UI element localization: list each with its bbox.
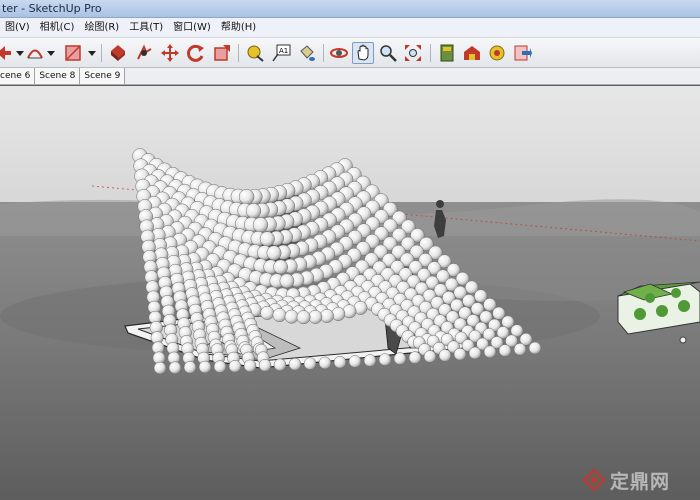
menu-bar: 图(V) 相机(C) 绘图(R) 工具(T) 窗口(W) 帮助(H) bbox=[0, 18, 700, 38]
menu-tools[interactable]: 工具(T) bbox=[124, 18, 168, 37]
canopy-sphere bbox=[266, 245, 282, 261]
orbit-icon[interactable] bbox=[328, 42, 350, 64]
window-title: ter - SketchUp Pro bbox=[2, 2, 102, 15]
canopy-sphere bbox=[243, 359, 257, 373]
canopy-sphere bbox=[284, 309, 299, 324]
components-icon[interactable] bbox=[436, 42, 458, 64]
chevron-down-icon[interactable] bbox=[47, 51, 55, 56]
zoom-icon[interactable] bbox=[377, 42, 399, 64]
tape-measure-icon[interactable] bbox=[244, 42, 266, 64]
watermark-logo-icon bbox=[582, 468, 606, 492]
canopy-sphere bbox=[245, 203, 262, 219]
canopy-sphere bbox=[308, 309, 323, 324]
canopy-sphere bbox=[213, 360, 227, 373]
scale-icon[interactable] bbox=[211, 42, 233, 64]
toolbar-separator bbox=[430, 44, 431, 62]
canopy-sphere bbox=[319, 308, 334, 323]
chevron-down-icon[interactable] bbox=[88, 51, 96, 56]
canopy-sphere bbox=[483, 345, 497, 359]
scene-tab-6[interactable]: cene 6 bbox=[0, 68, 36, 84]
select-arrow-icon[interactable] bbox=[0, 42, 14, 64]
scene-tabs: cene 6 Scene 8 Scene 9 bbox=[0, 68, 700, 85]
toolbar-separator bbox=[238, 44, 239, 62]
canopy-sphere bbox=[528, 341, 542, 355]
canopy-sphere bbox=[348, 355, 362, 368]
canopy-sphere bbox=[333, 355, 347, 369]
person-figure bbox=[436, 200, 444, 208]
export-icon[interactable] bbox=[511, 42, 533, 64]
canopy-sphere bbox=[453, 347, 467, 361]
canopy-sphere bbox=[438, 349, 452, 362]
canopy-sphere bbox=[273, 259, 288, 275]
paint-bucket-icon[interactable] bbox=[296, 42, 318, 64]
title-bar: ter - SketchUp Pro bbox=[0, 0, 700, 18]
canopy-sphere bbox=[258, 359, 272, 372]
canopy-sphere bbox=[498, 344, 512, 357]
menu-window[interactable]: 窗口(W) bbox=[168, 18, 216, 37]
canopy-sphere bbox=[378, 353, 392, 366]
canopy-sphere bbox=[318, 356, 332, 370]
canopy-sphere bbox=[423, 350, 437, 363]
canopy-sphere bbox=[198, 360, 212, 374]
canopy-sphere bbox=[238, 189, 255, 205]
scene-tab-8[interactable]: Scene 8 bbox=[35, 68, 81, 84]
canopy-sphere bbox=[288, 357, 302, 371]
watermark: 定鼎网 bbox=[582, 466, 700, 494]
canopy-sphere bbox=[363, 354, 377, 367]
canopy-sphere bbox=[272, 308, 287, 323]
zoom-extents-icon[interactable] bbox=[402, 42, 424, 64]
toolbar-separator bbox=[323, 44, 324, 62]
canopy-sphere bbox=[228, 359, 242, 373]
canopy-sphere bbox=[252, 217, 269, 233]
rotate-icon[interactable] bbox=[185, 42, 207, 64]
canopy-sphere bbox=[296, 310, 311, 325]
text-icon[interactable]: A1 bbox=[270, 42, 292, 64]
menu-help[interactable]: 帮助(H) bbox=[216, 18, 261, 37]
canopy-sphere bbox=[153, 361, 167, 375]
pan-icon[interactable] bbox=[352, 42, 374, 64]
small-object bbox=[679, 336, 687, 344]
arc-icon[interactable] bbox=[24, 42, 46, 64]
canopy-sphere bbox=[303, 357, 317, 370]
canopy-sphere bbox=[259, 231, 275, 247]
toolbar-separator bbox=[101, 44, 102, 62]
canopy-sphere bbox=[331, 307, 346, 321]
canopy-sphere bbox=[468, 346, 482, 360]
move-icon[interactable] bbox=[159, 42, 181, 64]
extension-icon[interactable] bbox=[486, 42, 508, 64]
scene-tab-9[interactable]: Scene 9 bbox=[80, 68, 126, 84]
canopy-sphere bbox=[279, 273, 295, 289]
chevron-down-icon[interactable] bbox=[16, 51, 24, 56]
svg-text:A1: A1 bbox=[279, 47, 288, 55]
canopy-sphere bbox=[168, 361, 182, 374]
menu-camera[interactable]: 相机(C) bbox=[35, 18, 80, 37]
canopy-sphere bbox=[183, 361, 197, 374]
push-pull-icon[interactable] bbox=[107, 42, 129, 64]
watermark-text: 定鼎网 bbox=[610, 470, 671, 493]
canopy-sphere bbox=[513, 343, 527, 356]
canopy-sphere bbox=[260, 305, 275, 320]
canopy-sphere bbox=[393, 352, 407, 365]
toolbar: A1 bbox=[0, 38, 700, 68]
canopy-sphere bbox=[273, 358, 287, 372]
warehouse-icon[interactable] bbox=[461, 42, 483, 64]
model-viewport[interactable] bbox=[0, 86, 700, 500]
menu-draw[interactable]: 绘图(R) bbox=[79, 18, 124, 37]
canopy-sphere bbox=[408, 351, 422, 364]
follow-me-icon[interactable] bbox=[133, 42, 155, 64]
menu-view[interactable]: 图(V) bbox=[0, 18, 35, 37]
rectangle-icon[interactable] bbox=[62, 42, 84, 64]
